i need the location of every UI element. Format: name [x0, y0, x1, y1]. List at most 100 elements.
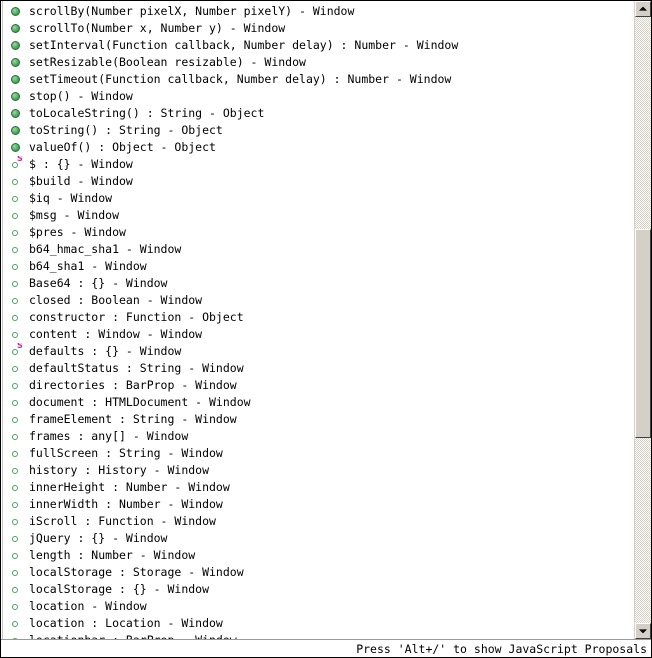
- static-modifier-icon: S: [17, 343, 23, 350]
- proposal-row[interactable]: setTimeout(Function callback, Number del…: [1, 71, 634, 88]
- scrollbar-down-button[interactable]: [635, 623, 651, 639]
- field-icon: [9, 173, 25, 190]
- proposal-row[interactable]: Base64 : {} - Window: [1, 275, 634, 292]
- proposal-row[interactable]: innerHeight : Number - Window: [1, 479, 634, 496]
- proposal-row[interactable]: b64_sha1 - Window: [1, 258, 634, 275]
- triangle-down-icon: [639, 629, 647, 634]
- field-icon: [9, 275, 25, 292]
- field-icon: [9, 513, 25, 530]
- proposal-label: length : Number - Window: [29, 548, 196, 562]
- proposal-label: locationbar : BarProp - Window: [29, 632, 237, 639]
- proposal-row[interactable]: setResizable(Boolean resizable) - Window: [1, 54, 634, 71]
- field-icon: [9, 564, 25, 581]
- field-icon: [9, 479, 25, 496]
- proposal-row[interactable]: location : Location - Window: [1, 615, 634, 632]
- method-icon: [9, 139, 25, 156]
- proposal-row[interactable]: document : HTMLDocument - Window: [1, 394, 634, 411]
- proposal-row[interactable]: frames : any[] - Window: [1, 428, 634, 445]
- proposal-row[interactable]: setInterval(Function callback, Number de…: [1, 37, 634, 54]
- proposal-label: frames : any[] - Window: [29, 429, 189, 443]
- proposal-row[interactable]: frameElement : String - Window: [1, 411, 634, 428]
- field-icon: [9, 530, 25, 547]
- method-icon: [9, 71, 25, 88]
- field-icon: S: [9, 156, 25, 173]
- field-icon: [9, 445, 25, 462]
- method-icon: [9, 20, 25, 37]
- method-icon: [9, 54, 25, 71]
- proposal-row[interactable]: iScroll : Function - Window: [1, 513, 634, 530]
- proposal-row[interactable]: $pres - Window: [1, 224, 634, 241]
- proposal-row[interactable]: length : Number - Window: [1, 547, 634, 564]
- scrollbar-thumb[interactable]: [635, 229, 651, 438]
- proposal-label: b64_hmac_sha1 - Window: [29, 242, 182, 256]
- proposal-list[interactable]: scrollBy(Number pixelX, Number pixelY) -…: [1, 1, 634, 639]
- proposal-row[interactable]: $msg - Window: [1, 207, 634, 224]
- proposal-label: frameElement : String - Window: [29, 412, 237, 426]
- proposal-row[interactable]: closed : Boolean - Window: [1, 292, 634, 309]
- method-icon: [9, 37, 25, 54]
- proposal-label: setResizable(Boolean resizable) - Window: [29, 55, 306, 69]
- proposal-row[interactable]: directories : BarProp - Window: [1, 377, 634, 394]
- field-icon: [9, 292, 25, 309]
- status-bar: Press 'Alt+/' to show JavaScript Proposa…: [1, 639, 651, 657]
- proposal-row[interactable]: toLocaleString() : String - Object: [1, 105, 634, 122]
- proposal-row[interactable]: locationbar : BarProp - Window: [1, 632, 634, 639]
- field-icon: [9, 360, 25, 377]
- proposal-label: directories : BarProp - Window: [29, 378, 237, 392]
- field-icon: [9, 241, 25, 258]
- proposal-row[interactable]: scrollTo(Number x, Number y) - Window: [1, 20, 634, 37]
- proposal-label: closed : Boolean - Window: [29, 293, 203, 307]
- proposal-label: fullScreen : String - Window: [29, 446, 223, 460]
- proposal-row[interactable]: valueOf() : Object - Object: [1, 139, 634, 156]
- proposal-row[interactable]: localStorage : {} - Window: [1, 581, 634, 598]
- proposal-row[interactable]: S $ : {} - Window: [1, 156, 634, 173]
- proposal-row[interactable]: $build - Window: [1, 173, 634, 190]
- field-icon: [9, 632, 25, 639]
- method-icon: [9, 105, 25, 122]
- field-icon: [9, 258, 25, 275]
- proposal-row[interactable]: fullScreen : String - Window: [1, 445, 634, 462]
- proposal-label: jQuery : {} - Window: [29, 531, 168, 545]
- proposal-label: stop() - Window: [29, 89, 133, 103]
- proposal-row[interactable]: scrollBy(Number pixelX, Number pixelY) -…: [1, 3, 634, 20]
- proposal-row[interactable]: jQuery : {} - Window: [1, 530, 634, 547]
- proposal-row[interactable]: localStorage : Storage - Window: [1, 564, 634, 581]
- proposal-row[interactable]: $iq - Window: [1, 190, 634, 207]
- proposal-row[interactable]: history : History - Window: [1, 462, 634, 479]
- field-icon: [9, 462, 25, 479]
- scrollbar-up-button[interactable]: [635, 1, 651, 17]
- proposal-row[interactable]: toString() : String - Object: [1, 122, 634, 139]
- proposal-label: valueOf() : Object - Object: [29, 140, 216, 154]
- field-icon: [9, 224, 25, 241]
- method-icon: [9, 122, 25, 139]
- proposal-label: setInterval(Function callback, Number de…: [29, 38, 459, 52]
- proposal-row[interactable]: content : Window - Window: [1, 326, 634, 343]
- field-icon: S: [9, 343, 25, 360]
- field-icon: [9, 496, 25, 513]
- field-icon: [9, 615, 25, 632]
- proposal-row[interactable]: defaultStatus : String - Window: [1, 360, 634, 377]
- proposal-label: location : Location - Window: [29, 616, 223, 630]
- proposal-row[interactable]: location - Window: [1, 598, 634, 615]
- proposal-label: document : HTMLDocument - Window: [29, 395, 251, 409]
- field-icon: [9, 309, 25, 326]
- status-bar-text: Press 'Alt+/' to show JavaScript Proposa…: [356, 641, 647, 656]
- proposal-label: setTimeout(Function callback, Number del…: [29, 72, 452, 86]
- proposal-row[interactable]: innerWidth : Number - Window: [1, 496, 634, 513]
- proposal-label: defaultStatus : String - Window: [29, 361, 244, 375]
- field-icon: [9, 207, 25, 224]
- static-modifier-icon: S: [17, 156, 23, 163]
- proposal-label: content : Window - Window: [29, 327, 203, 341]
- vertical-scrollbar[interactable]: [634, 1, 651, 639]
- proposal-label: location - Window: [29, 599, 147, 613]
- field-icon: [9, 411, 25, 428]
- field-icon: [9, 326, 25, 343]
- proposal-label: toLocaleString() : String - Object: [29, 106, 265, 120]
- proposal-row[interactable]: b64_hmac_sha1 - Window: [1, 241, 634, 258]
- proposal-row[interactable]: Sdefaults : {} - Window: [1, 343, 634, 360]
- proposal-row[interactable]: stop() - Window: [1, 88, 634, 105]
- proposal-row[interactable]: constructor : Function - Object: [1, 309, 634, 326]
- field-icon: [9, 394, 25, 411]
- proposal-label: scrollBy(Number pixelX, Number pixelY) -…: [29, 4, 355, 18]
- proposal-label: b64_sha1 - Window: [29, 259, 147, 273]
